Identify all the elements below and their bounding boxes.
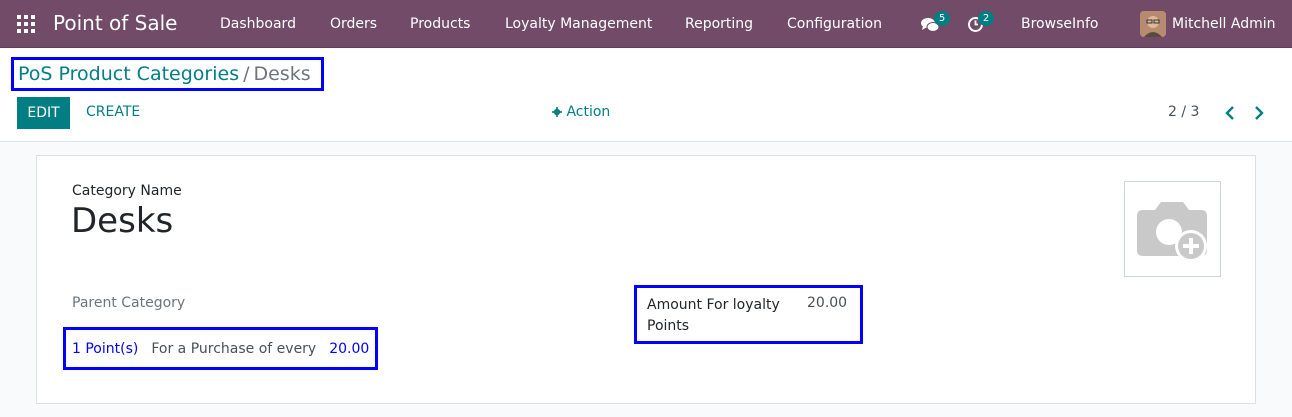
loyalty-points-value[interactable]: 1 Point(s) xyxy=(72,341,138,357)
company-switcher[interactable]: BrowseInfo xyxy=(1021,16,1098,32)
action-label: Action xyxy=(566,104,611,120)
chevron-left-icon[interactable] xyxy=(1223,104,1237,122)
create-button[interactable]: CREATE xyxy=(86,104,140,120)
loyalty-for-text: For a Purchase of every xyxy=(151,340,317,357)
amount-loyalty-field: Amount For loyalty Points 20.00 xyxy=(634,285,863,344)
user-name[interactable]: Mitchell Admin xyxy=(1172,16,1276,32)
menu-loyalty-management[interactable]: Loyalty Management xyxy=(505,16,652,32)
action-menu-button[interactable]: Action xyxy=(552,104,610,120)
activities-badge: 2 xyxy=(978,11,994,26)
menu-orders[interactable]: Orders xyxy=(330,16,377,32)
category-name-label: Category Name xyxy=(72,183,182,199)
menu-dashboard[interactable]: Dashboard xyxy=(220,16,296,32)
loyalty-rule-row: 1 Point(s) For a Purchase of every 20.00 xyxy=(63,327,378,370)
top-navbar: Point of Sale Dashboard Orders Products … xyxy=(0,0,1292,48)
loyalty-purchase-amount[interactable]: 20.00 xyxy=(329,341,369,357)
parent-category-label: Parent Category xyxy=(72,295,186,311)
pager-value[interactable]: 2 / 3 xyxy=(1168,104,1199,120)
image-upload-field[interactable] xyxy=(1124,181,1221,277)
chevron-right-icon[interactable] xyxy=(1252,104,1266,122)
camera-plus-icon xyxy=(1137,202,1207,262)
amount-loyalty-label: Amount For loyalty Points xyxy=(647,297,780,334)
breadcrumb-separator: / xyxy=(243,63,250,85)
messages-badge: 5 xyxy=(934,11,950,26)
menu-products[interactable]: Products xyxy=(410,16,470,32)
breadcrumb-current: Desks xyxy=(253,63,311,85)
breadcrumb: PoS Product Categories / Desks xyxy=(11,57,324,91)
menu-configuration[interactable]: Configuration xyxy=(787,16,882,32)
user-avatar[interactable] xyxy=(1140,11,1166,37)
edit-button[interactable]: EDIT xyxy=(17,97,70,129)
app-title[interactable]: Point of Sale xyxy=(53,11,177,35)
menu-reporting[interactable]: Reporting xyxy=(685,16,753,32)
gear-icon xyxy=(552,107,562,117)
breadcrumb-parent-link[interactable]: PoS Product Categories xyxy=(18,63,239,85)
amount-loyalty-value[interactable]: 20.00 xyxy=(807,295,847,311)
category-name-value: Desks xyxy=(71,201,174,241)
apps-menu-icon[interactable] xyxy=(17,15,35,33)
